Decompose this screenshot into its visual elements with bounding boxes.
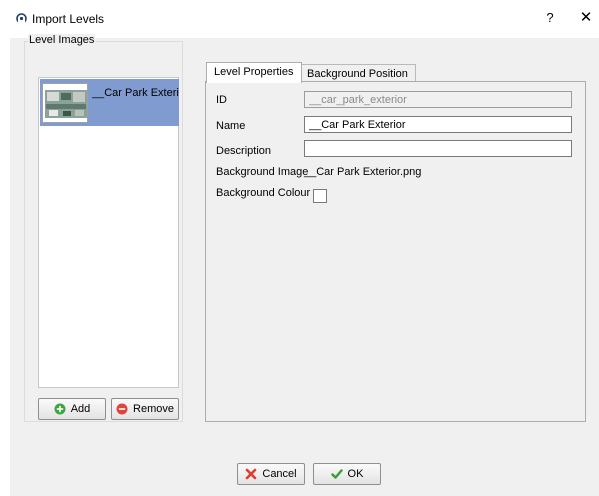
tab-level-properties[interactable]: Level Properties [206,62,302,83]
tab-background-position-label: Background Position [307,68,408,80]
remove-icon [116,403,128,415]
list-item-label: __Car Park Exterior [92,87,179,99]
car-park-thumbnail-image [43,84,87,122]
remove-button[interactable]: Remove [111,398,179,420]
id-label: ID [216,94,227,106]
add-button-label: Add [70,403,91,415]
ok-button-label: OK [347,468,364,480]
title-bar: Import Levels ? ✕ [0,0,599,38]
cancel-button-label: Cancel [262,468,297,480]
name-field[interactable] [304,116,572,133]
description-field[interactable] [304,140,572,157]
name-label: Name [216,120,246,132]
cancel-button[interactable]: Cancel [237,463,305,485]
background-image-label: Background Image [216,166,309,178]
ok-button[interactable]: OK [313,463,381,485]
close-button[interactable]: ✕ [576,8,596,28]
description-label: Description [216,145,272,157]
add-icon [54,403,66,415]
list-item[interactable]: __Car Park Exterior [40,79,179,126]
background-image-value: __Car Park Exterior.png [304,166,422,178]
help-button[interactable]: ? [540,10,560,28]
app-icon [16,13,27,24]
id-field[interactable] [304,91,572,108]
background-colour-label: Background Colour [216,187,311,199]
level-images-list[interactable]: __Car Park Exterior [38,77,179,388]
checkmark-icon [330,469,343,479]
import-levels-dialog: Import Levels ? ✕ Level Images __Car Par… [0,0,599,496]
cancel-x-icon [246,468,257,480]
remove-button-label: Remove [133,403,174,415]
level-thumbnail [42,83,88,123]
window-title: Import Levels [32,12,105,26]
background-colour-swatch[interactable] [313,189,327,203]
tab-level-properties-label: Level Properties [214,66,294,78]
add-button[interactable]: Add [38,398,106,420]
level-images-group-title: Level Images [28,34,96,46]
